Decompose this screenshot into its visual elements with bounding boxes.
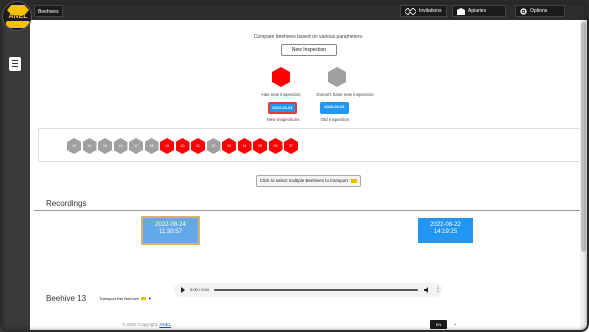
recording-card[interactable]: 2022-08-24 11:30:57 <box>141 216 200 245</box>
recordings-divider <box>34 210 587 211</box>
hive-hex-21[interactable]: 21 <box>191 138 205 154</box>
has-new-legend-hex <box>272 67 290 87</box>
beehive-title: Beehive 13 <box>46 294 87 303</box>
hive-hex-13[interactable]: 13 <box>67 138 81 154</box>
footer: © 2022 Copyright: ANEL EN ⌄ <box>30 320 587 332</box>
hive-hex-17[interactable]: 17 <box>129 138 143 154</box>
hive-hex-26[interactable]: 26 <box>268 138 283 154</box>
new-inspection-button[interactable]: New Inspection <box>281 44 337 56</box>
recording-time: 11:30:57 <box>159 229 182 235</box>
main-content: Compare beehives based on various parame… <box>30 20 587 332</box>
transport-multiple-button[interactable]: Click to select multiple Beehives to tra… <box>256 175 361 187</box>
hive-hex-25[interactable]: 25 <box>253 138 267 154</box>
transport-beehive-button[interactable]: Transport this Beehive ▼ <box>96 294 155 303</box>
nav-invitations-label: Invitations <box>419 8 442 14</box>
logo-text: ANEL <box>8 13 28 20</box>
scrollbar-thumb[interactable] <box>581 22 586 252</box>
top-bar: Beehives Invitations Apiaries Options <box>0 0 589 20</box>
new-inspection-date-chip: 2022-01-01 <box>268 102 297 114</box>
nav-apiaries-button[interactable]: Apiaries <box>452 5 506 17</box>
nav-invitations-button[interactable]: Invitations <box>400 5 447 17</box>
recordings-title: Recordings <box>46 199 87 208</box>
nav-options-button[interactable]: Options <box>515 5 565 17</box>
hive-hex-22[interactable]: 22 <box>206 138 221 154</box>
volume-icon[interactable] <box>424 286 430 294</box>
compare-text: Compare beehives based on various parame… <box>253 34 364 40</box>
footer-copyright: © 2022 Copyright: ANEL <box>122 322 172 327</box>
hive-hex-19[interactable]: 19 <box>160 138 174 154</box>
recording-date: 2022-08-22 <box>430 222 461 228</box>
truck-icon <box>140 297 146 300</box>
transport-beehive-label: Transport this Beehive <box>99 296 139 301</box>
no-new-legend-hex <box>328 67 346 87</box>
old-inspection-label: Old Inspection <box>320 117 350 122</box>
audio-player[interactable]: 0:00 / 0:04 ⋮ <box>174 283 442 297</box>
nav-options-label: Options <box>530 8 548 14</box>
hive-selector-box: 13 14 15 16 17 18 19 20 21 22 23 24 25 26 27 <box>38 128 582 162</box>
hive-hex-24[interactable]: 24 <box>237 138 252 154</box>
hive-hex-20[interactable]: 20 <box>175 138 190 154</box>
recording-time: 14:19:25 <box>433 229 458 235</box>
transport-multiple-label: Click to select multiple Beehives to tra… <box>259 178 349 183</box>
chevron-down-icon[interactable]: ⌄ <box>453 321 457 327</box>
language-select[interactable]: EN <box>430 320 447 329</box>
audio-progress-track[interactable] <box>214 289 418 291</box>
truck-icon <box>351 178 358 183</box>
old-inspection-date-chip: 2022-01-01 <box>320 102 349 114</box>
language-value: EN <box>435 322 442 327</box>
no-new-label: Doesn't have new inspection <box>316 92 374 97</box>
play-icon[interactable] <box>181 287 185 293</box>
nav-apiaries-label: Apiaries <box>468 8 487 14</box>
beehive-list-icon[interactable] <box>9 57 21 71</box>
hive-hex-14[interactable]: 14 <box>82 138 97 154</box>
app-window: Beehives Invitations Apiaries Options AN… <box>0 0 589 332</box>
hive-hex-23[interactable]: 23 <box>222 138 236 154</box>
chevron-down-icon: ▼ <box>147 296 152 301</box>
scrollbar[interactable] <box>580 20 587 332</box>
recording-card[interactable]: 2022-08-22 14:19:25 <box>418 218 473 243</box>
hive-hex-16[interactable]: 16 <box>113 138 128 154</box>
network-icon <box>405 7 416 15</box>
hive-hex-18[interactable]: 18 <box>144 138 159 154</box>
hive-hex-15[interactable]: 15 <box>98 138 112 154</box>
page-title: Beehives <box>34 5 63 17</box>
hive-hex-27[interactable]: 27 <box>284 138 298 154</box>
apiary-icon <box>457 7 465 15</box>
anel-logo[interactable]: ANEL <box>2 1 32 31</box>
gear-icon <box>520 7 527 15</box>
more-options-icon[interactable]: ⋮ <box>435 286 441 294</box>
new-inspections-label: New Inspections <box>266 117 300 122</box>
sidebar <box>0 20 30 332</box>
recording-date: 2022-08-24 <box>155 222 186 228</box>
audio-time: 0:00 / 0:04 <box>190 287 209 292</box>
footer-link[interactable]: ANEL <box>159 322 171 327</box>
